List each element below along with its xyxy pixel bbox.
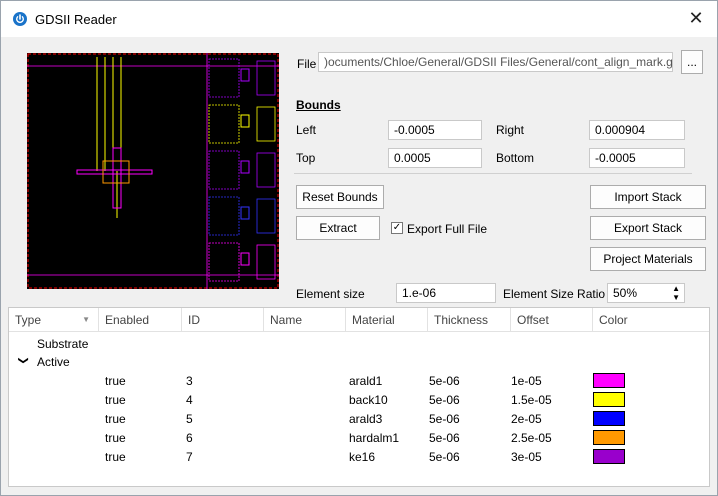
element-size-label: Element size	[296, 287, 365, 301]
row-color-swatch[interactable]	[593, 430, 625, 445]
row-offset[interactable]: 1.5e-05	[511, 393, 552, 407]
file-path-field[interactable]: )ocuments/Chloe/General/GDSII Files/Gene…	[318, 52, 673, 72]
row-material[interactable]: ke16	[349, 450, 375, 464]
column-header-offset[interactable]: Offset	[511, 308, 593, 332]
divider	[294, 173, 692, 174]
bounds-heading: Bounds	[296, 98, 341, 112]
row-id[interactable]: 5	[186, 412, 193, 426]
group-substrate[interactable]: Substrate	[37, 337, 88, 351]
row-color-swatch[interactable]	[593, 449, 625, 464]
row-id[interactable]: 6	[186, 431, 193, 445]
reset-bounds-button[interactable]: Reset Bounds	[296, 185, 384, 209]
row-material[interactable]: back10	[349, 393, 388, 407]
export-full-file-checkbox[interactable]: ✓	[391, 222, 403, 234]
import-stack-button[interactable]: Import Stack	[590, 185, 706, 209]
row-id[interactable]: 7	[186, 450, 193, 464]
preview-block	[256, 152, 276, 188]
column-header-thickness[interactable]: Thickness	[428, 308, 511, 332]
preview-block	[256, 106, 276, 142]
column-header-color[interactable]: Color	[593, 308, 709, 332]
left-label: Left	[296, 123, 317, 137]
row-material[interactable]: arald1	[349, 374, 382, 388]
column-header-name[interactable]: Name	[264, 308, 346, 332]
group-active[interactable]: Active	[37, 355, 70, 369]
row-thickness[interactable]: 5e-06	[429, 374, 460, 388]
row-color-swatch[interactable]	[593, 392, 625, 407]
column-header-id[interactable]: ID	[182, 308, 264, 332]
preview-block	[256, 244, 276, 280]
bottom-input[interactable]: -0.0005	[589, 148, 685, 168]
top-input[interactable]: 0.0005	[388, 148, 482, 168]
column-type-label: Type	[15, 313, 42, 327]
extract-button[interactable]: Extract	[296, 216, 380, 240]
project-materials-button[interactable]: Project Materials	[590, 247, 706, 271]
row-offset[interactable]: 2e-05	[511, 412, 542, 426]
spinner-arrows-icon[interactable]: ▲ ▼	[672, 284, 680, 302]
preview-block	[240, 206, 250, 220]
column-header-material[interactable]: Material	[346, 308, 428, 332]
preview-block	[256, 198, 276, 234]
preview-cross	[76, 169, 153, 175]
element-size-ratio-label: Element Size Ratio	[503, 287, 606, 301]
file-label: File	[297, 57, 317, 71]
window-title: GDSII Reader	[35, 12, 117, 27]
row-color-swatch[interactable]	[593, 411, 625, 426]
ratio-value: 50%	[613, 286, 638, 300]
column-header-enabled[interactable]: Enabled	[99, 308, 182, 332]
row-thickness[interactable]: 5e-06	[429, 450, 460, 464]
row-offset[interactable]: 2.5e-05	[511, 431, 552, 445]
gds-layout-preview[interactable]	[27, 53, 279, 289]
export-full-file-label: Export Full File	[407, 222, 488, 236]
title-bar: GDSII Reader ✕	[1, 1, 717, 37]
preview-block	[240, 160, 250, 174]
row-enabled[interactable]: true	[105, 374, 126, 388]
row-offset[interactable]: 3e-05	[511, 450, 542, 464]
export-stack-button[interactable]: Export Stack	[590, 216, 706, 240]
row-color-swatch[interactable]	[593, 373, 625, 388]
close-icon[interactable]: ✕	[685, 7, 707, 29]
power-icon	[13, 12, 27, 26]
browse-button[interactable]: ...	[681, 50, 703, 74]
top-label: Top	[296, 151, 316, 165]
chevron-down-icon[interactable]: ❯	[18, 356, 29, 364]
row-material[interactable]: arald3	[349, 412, 382, 426]
row-offset[interactable]: 1e-05	[511, 374, 542, 388]
right-label: Right	[496, 123, 525, 137]
row-thickness[interactable]: 5e-06	[429, 431, 460, 445]
sort-down-icon[interactable]: ▼	[82, 308, 90, 332]
row-id[interactable]: 3	[186, 374, 193, 388]
element-size-ratio-spinner[interactable]: 50% ▲ ▼	[607, 283, 685, 303]
preview-block	[208, 196, 240, 236]
right-input[interactable]: 0.000904	[589, 120, 685, 140]
row-thickness[interactable]: 5e-06	[429, 393, 460, 407]
preview-block	[240, 68, 250, 82]
gdsii-reader-window: GDSII Reader ✕ File )ocuments/Chloe/Gene…	[0, 0, 718, 496]
checkmark-icon: ✓	[392, 222, 402, 233]
layer-table: Type ▼ Enabled ID Name Material Thicknes…	[8, 307, 710, 487]
preview-block	[240, 252, 250, 266]
bottom-label: Bottom	[496, 151, 535, 165]
left-input[interactable]: -0.0005	[388, 120, 482, 140]
row-material[interactable]: hardalm1	[349, 431, 399, 445]
row-enabled[interactable]: true	[105, 393, 126, 407]
column-header-type[interactable]: Type ▼	[9, 308, 99, 332]
preview-block	[208, 58, 240, 98]
preview-block	[208, 150, 240, 190]
row-id[interactable]: 4	[186, 393, 193, 407]
element-size-input[interactable]: 1.e-06	[396, 283, 496, 303]
row-thickness[interactable]: 5e-06	[429, 412, 460, 426]
row-enabled[interactable]: true	[105, 412, 126, 426]
row-enabled[interactable]: true	[105, 431, 126, 445]
preview-block	[208, 104, 240, 144]
preview-cross	[102, 160, 130, 184]
row-enabled[interactable]: true	[105, 450, 126, 464]
preview-block	[240, 114, 250, 128]
